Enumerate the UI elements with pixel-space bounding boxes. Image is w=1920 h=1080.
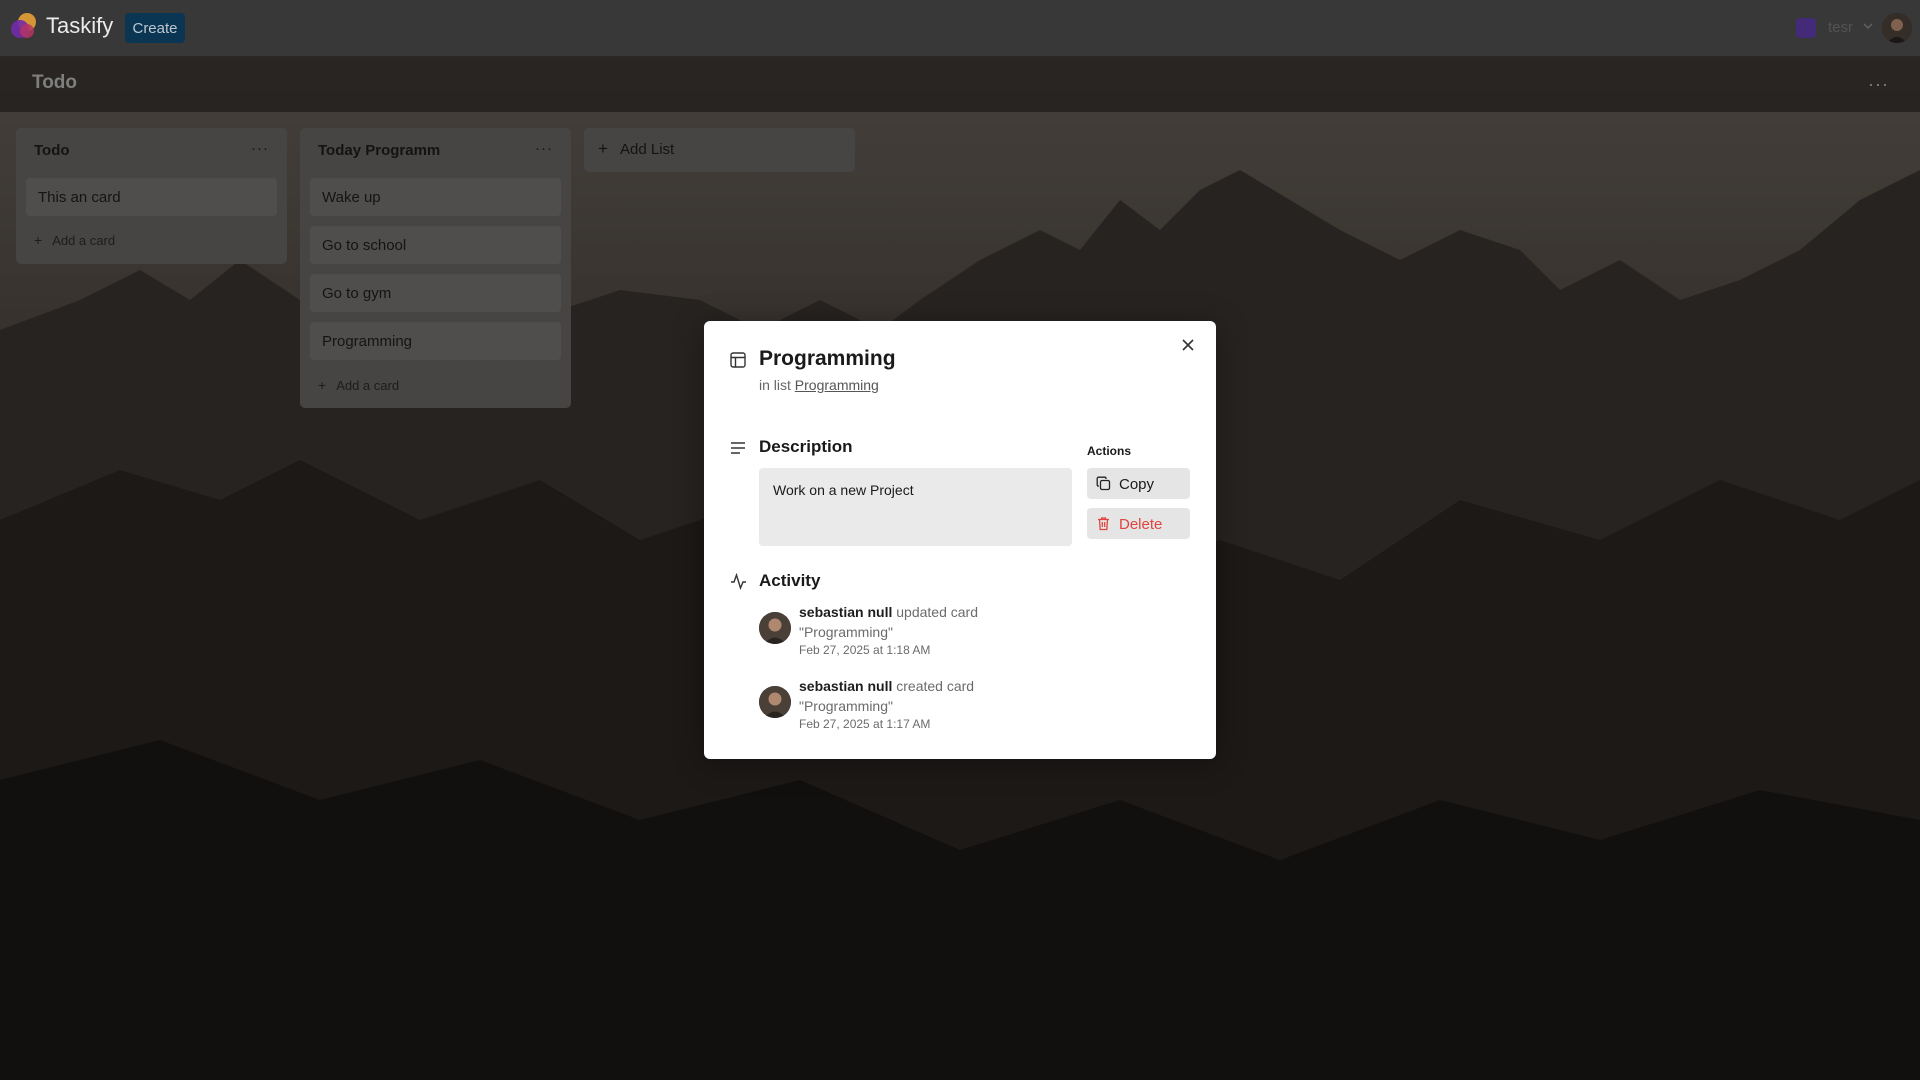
- copy-label: Copy: [1119, 476, 1155, 493]
- description-field[interactable]: Work on a new Project: [759, 468, 1072, 546]
- activity-pulse-icon: [731, 573, 746, 590]
- actions-heading: Actions: [1087, 444, 1132, 458]
- avatar: [759, 686, 791, 718]
- description-lines-icon: [731, 442, 745, 454]
- delete-button[interactable]: Delete: [1087, 508, 1190, 539]
- card-title[interactable]: Programming: [759, 347, 896, 371]
- card-list-reference: in list Programming: [759, 377, 879, 393]
- close-icon[interactable]: [1180, 337, 1196, 353]
- activity-time: Feb 27, 2025 at 1:18 AM: [799, 643, 931, 657]
- activity-user: sebastian null: [799, 604, 893, 620]
- card-layout-icon: [730, 352, 746, 368]
- trash-icon: [1098, 517, 1109, 531]
- list-link[interactable]: Programming: [795, 377, 879, 393]
- description-text: Work on a new Project: [773, 482, 914, 498]
- card-modal: Programming in list Programming Descript…: [704, 321, 1216, 759]
- activity-text: sebastian null created card "Programming…: [799, 676, 1029, 716]
- in-list-prefix: in list: [759, 377, 791, 393]
- copy-icon: [1096, 476, 1111, 491]
- activity-text: sebastian null updated card "Programming…: [799, 602, 1029, 642]
- activity-user: sebastian null: [799, 678, 893, 694]
- delete-label: Delete: [1119, 516, 1163, 533]
- activity-heading: Activity: [759, 571, 821, 590]
- avatar: [759, 612, 791, 644]
- activity-time: Feb 27, 2025 at 1:17 AM: [799, 717, 931, 731]
- description-heading: Description: [759, 437, 853, 456]
- copy-button[interactable]: Copy: [1087, 468, 1190, 499]
